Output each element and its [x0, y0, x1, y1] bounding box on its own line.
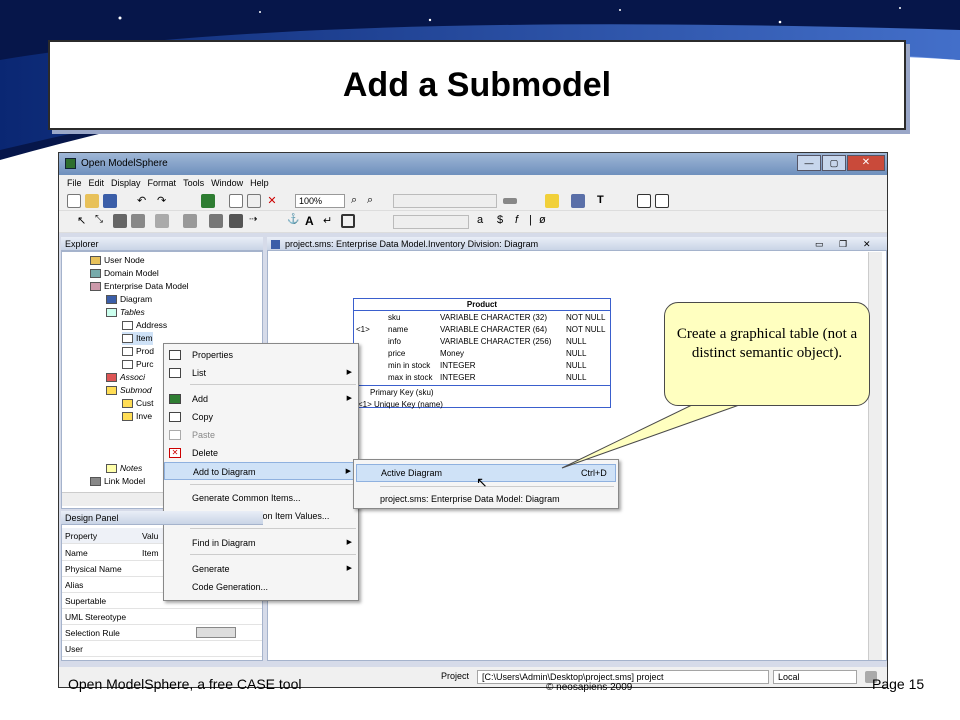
footer-left: Open ModelSphere, a free CASE tool [68, 676, 302, 692]
footer-right: Page 15 [872, 676, 925, 692]
diagram-close-icon[interactable]: ✕ [863, 237, 871, 251]
design-panel-header: Design Panel [61, 511, 263, 525]
diagram-restore-icon[interactable]: ❐ [839, 237, 847, 251]
diagram-tab[interactable]: project.sms: Enterprise Data Model.Inven… [267, 237, 887, 251]
footer-center: © neosapiens 2009 [546, 682, 633, 693]
diagram-minimize-icon[interactable]: ▭ [815, 237, 824, 251]
callout-text: Create a graphical table (not a distinct… [676, 326, 858, 361]
diagram-icon [271, 240, 280, 249]
callout-box: Create a graphical table (not a distinct… [664, 302, 870, 406]
